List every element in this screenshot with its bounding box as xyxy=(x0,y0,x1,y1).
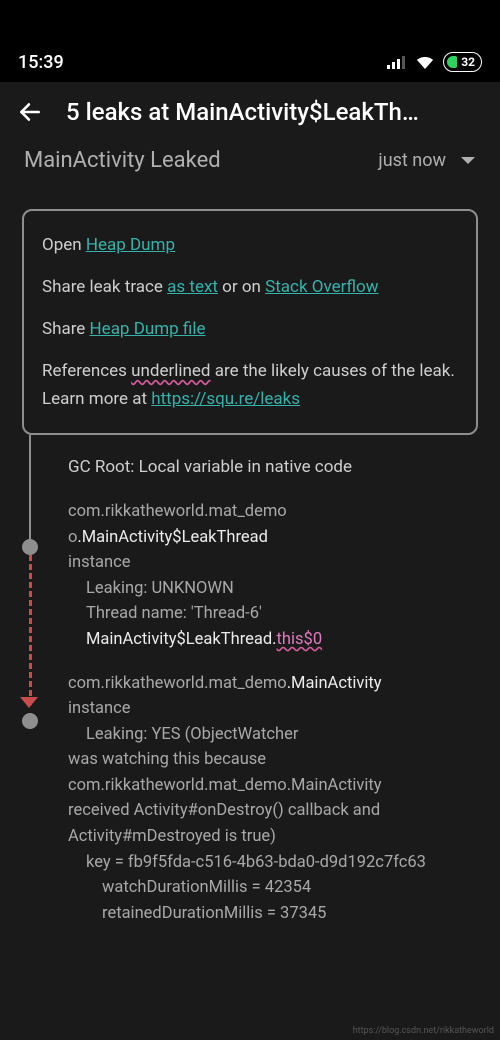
chevron-down-icon xyxy=(460,156,476,166)
trace-thread: Thread name: 'Thread-6' xyxy=(68,601,478,627)
gc-root-label: GC Root: Local variable in native code xyxy=(68,457,478,477)
share-file-prefix: Share xyxy=(42,319,90,339)
heap-dump-file-link[interactable]: Heap Dump file xyxy=(90,319,206,339)
trace-ref-prefix: MainActivity$LeakThread. xyxy=(86,630,277,649)
clock-time: 15:39 xyxy=(18,52,64,73)
as-text-link[interactable]: as text xyxy=(167,277,218,297)
trace-node-dot xyxy=(22,539,38,555)
trace-connector-dashed xyxy=(29,555,32,705)
info-box: Open Heap Dump Share leak trace as text … xyxy=(22,209,478,435)
leak-title: MainActivity Leaked xyxy=(24,148,362,173)
stack-overflow-link[interactable]: Stack Overflow xyxy=(265,277,378,297)
trace-pkg: com.rikkatheworld.mat_demo xyxy=(68,674,287,693)
learn-more-link[interactable]: https://squ.re/leaks xyxy=(151,389,300,409)
heap-dump-link[interactable]: Heap Dump xyxy=(86,235,175,255)
ref-prefix: References xyxy=(42,361,131,381)
time-dropdown[interactable]: just now xyxy=(378,150,476,171)
or-on-text: or on xyxy=(218,277,265,297)
watermark: https://blog.csdn.net/rikkatheworld xyxy=(353,1026,494,1036)
trace-text: received Activity#onDestroy() callback a… xyxy=(68,801,380,820)
page-title: 5 leaks at MainActivity$LeakTh… xyxy=(66,98,484,126)
trace-ref-field: this$0 xyxy=(277,630,323,649)
status-right: 32 xyxy=(387,52,482,72)
trace-class: .MainActivity$LeakThread xyxy=(77,528,268,547)
trace-connector-solid xyxy=(29,435,31,543)
battery-indicator: 32 xyxy=(443,52,482,72)
back-arrow-icon[interactable] xyxy=(16,98,44,126)
underlined-word: underlined xyxy=(131,361,210,381)
status-bar: 15:39 32 xyxy=(0,42,500,82)
trace-leaking: Leaking: YES (ObjectWatcher xyxy=(68,722,478,748)
app-bar: 5 leaks at MainActivity$LeakTh… xyxy=(0,82,500,142)
top-black-band xyxy=(0,0,500,42)
main-content: Open Heap Dump Share leak trace as text … xyxy=(0,183,500,926)
trace-instance: instance xyxy=(68,699,131,718)
trace-leaking: Leaking: UNKNOWN xyxy=(68,576,478,602)
signal-icon xyxy=(387,55,407,69)
trace-entry: com.rikkatheworld.mat_demo o.MainActivit… xyxy=(68,499,478,652)
trace-text: com.rikkatheworld.mat_demo.MainActivity xyxy=(68,776,382,795)
trace-instance: instance xyxy=(68,553,131,572)
leak-trace: GC Root: Local variable in native code c… xyxy=(22,457,478,926)
trace-pkg-cont: o xyxy=(68,528,77,547)
dropdown-selected-label: just now xyxy=(378,150,446,171)
battery-percent: 32 xyxy=(461,55,475,69)
open-prefix: Open xyxy=(42,235,86,255)
trace-text: was watching this because xyxy=(68,750,266,769)
sub-header-row: MainActivity Leaked just now xyxy=(0,142,500,183)
trace-node-dot xyxy=(22,713,38,729)
trace-key: key = fb9f5fda-c516-4b63-bda0-d9d192c7fc… xyxy=(68,850,478,876)
trace-pkg: com.rikkatheworld.mat_demo xyxy=(68,502,287,521)
trace-watch: watchDurationMillis = 42354 xyxy=(68,875,478,901)
trace-entry: com.rikkatheworld.mat_demo.MainActivity … xyxy=(68,671,478,927)
trace-text: Activity#mDestroyed is true) xyxy=(68,827,276,846)
trace-arrow-icon xyxy=(20,697,38,708)
share-trace-prefix: Share leak trace xyxy=(42,277,167,297)
trace-class: .MainActivity xyxy=(287,674,382,693)
wifi-icon xyxy=(415,54,435,70)
trace-retained: retainedDurationMillis = 37345 xyxy=(68,901,478,927)
